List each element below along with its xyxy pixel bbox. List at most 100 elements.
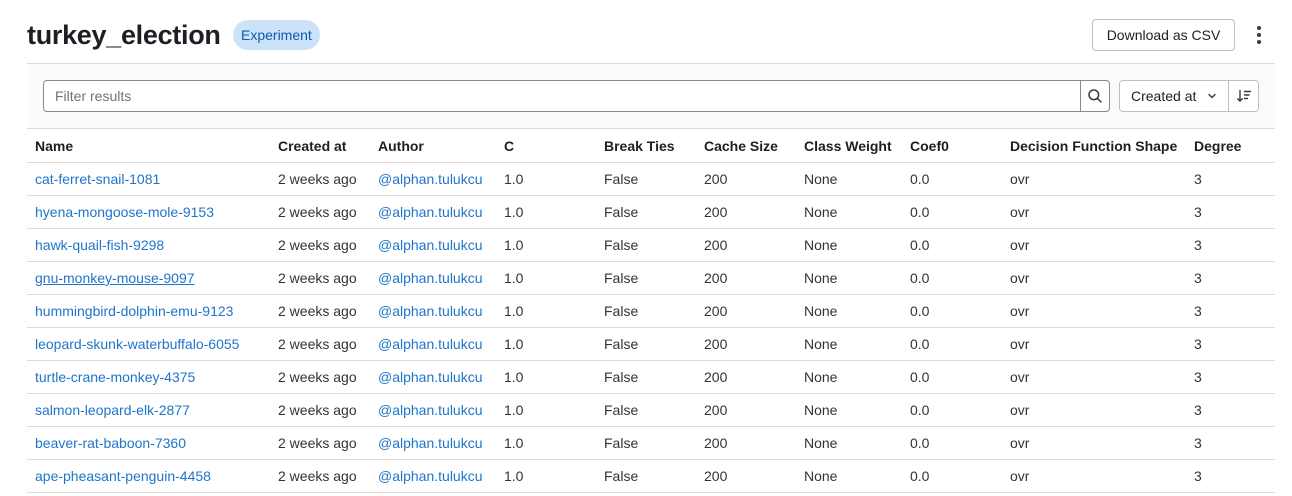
- cell-created-at: 2 weeks ago: [270, 360, 370, 394]
- author-link[interactable]: @alphan.tulukcu: [378, 336, 483, 352]
- cell-decision-function-shape: ovr: [1002, 195, 1186, 229]
- column-header-c[interactable]: C: [496, 129, 596, 163]
- cell-degree: 3: [1186, 393, 1275, 427]
- author-link[interactable]: @alphan.tulukcu: [378, 204, 483, 220]
- cell-cache-size: 200: [696, 459, 796, 493]
- cell-degree: 3: [1186, 426, 1275, 460]
- cell-coef0: 0.0: [902, 261, 1002, 295]
- cell-author: @alphan.tulukcu: [370, 162, 496, 196]
- author-link[interactable]: @alphan.tulukcu: [378, 369, 483, 385]
- column-header-coef0[interactable]: Coef0: [902, 129, 1002, 163]
- cell-break-ties: False: [596, 327, 696, 361]
- cell-created-at: 2 weeks ago: [270, 195, 370, 229]
- experiment-badge: Experiment: [233, 20, 320, 50]
- cell-degree: 3: [1186, 228, 1275, 262]
- cell-decision-function-shape: ovr: [1002, 261, 1186, 295]
- run-name-link[interactable]: salmon-leopard-elk-2877: [35, 402, 190, 418]
- download-csv-button[interactable]: Download as CSV: [1092, 19, 1235, 51]
- cell-author: @alphan.tulukcu: [370, 360, 496, 394]
- cell-class-weight: None: [796, 228, 902, 262]
- column-header-break-ties[interactable]: Break Ties: [596, 129, 696, 163]
- cell-cache-size: 200: [696, 195, 796, 229]
- sort-by-dropdown[interactable]: Created at: [1119, 80, 1229, 112]
- cell-name: ape-pheasant-penguin-4458: [27, 459, 270, 493]
- cell-cache-size: 200: [696, 360, 796, 394]
- author-link[interactable]: @alphan.tulukcu: [378, 468, 483, 484]
- cell-created-at: 2 weeks ago: [270, 228, 370, 262]
- column-header-created-at[interactable]: Created at: [270, 129, 370, 163]
- cell-name: cat-ferret-snail-1081: [27, 162, 270, 196]
- run-name-link[interactable]: hawk-quail-fish-9298: [35, 237, 164, 253]
- table-row: gnu-monkey-mouse-9097 2 weeks ago @alpha…: [27, 261, 1275, 295]
- cell-cache-size: 200: [696, 327, 796, 361]
- table-row: salmon-leopard-elk-2877 2 weeks ago @alp…: [27, 393, 1275, 427]
- results-table: Name Created at Author C Break Ties Cach…: [27, 129, 1275, 493]
- sort-direction-button[interactable]: [1228, 80, 1259, 112]
- table-row: beaver-rat-baboon-7360 2 weeks ago @alph…: [27, 426, 1275, 460]
- column-header-cache-size[interactable]: Cache Size: [696, 129, 796, 163]
- cell-class-weight: None: [796, 360, 902, 394]
- cell-created-at: 2 weeks ago: [270, 393, 370, 427]
- table-row: ape-pheasant-penguin-4458 2 weeks ago @a…: [27, 459, 1275, 493]
- cell-degree: 3: [1186, 327, 1275, 361]
- search-button[interactable]: [1080, 80, 1110, 112]
- column-header-author[interactable]: Author: [370, 129, 496, 163]
- table-row: hawk-quail-fish-9298 2 weeks ago @alphan…: [27, 228, 1275, 262]
- run-name-link[interactable]: turtle-crane-monkey-4375: [35, 369, 195, 385]
- cell-break-ties: False: [596, 294, 696, 328]
- cell-name: hummingbird-dolphin-emu-9123: [27, 294, 270, 328]
- cell-cache-size: 200: [696, 228, 796, 262]
- column-header-name[interactable]: Name: [27, 129, 270, 163]
- column-header-degree[interactable]: Degree: [1186, 129, 1275, 163]
- cell-degree: 3: [1186, 294, 1275, 328]
- run-name-link[interactable]: hummingbird-dolphin-emu-9123: [35, 303, 233, 319]
- page-header: turkey_election Experiment Download as C…: [27, 18, 1272, 54]
- cell-c: 1.0: [496, 393, 596, 427]
- cell-c: 1.0: [496, 459, 596, 493]
- run-name-link[interactable]: ape-pheasant-penguin-4458: [35, 468, 211, 484]
- cell-created-at: 2 weeks ago: [270, 294, 370, 328]
- cell-class-weight: None: [796, 426, 902, 460]
- column-header-class-weight[interactable]: Class Weight: [796, 129, 902, 163]
- cell-name: hyena-mongoose-mole-9153: [27, 195, 270, 229]
- cell-break-ties: False: [596, 393, 696, 427]
- run-name-link[interactable]: gnu-monkey-mouse-9097: [35, 270, 195, 286]
- more-actions-button[interactable]: [1247, 19, 1271, 51]
- author-link[interactable]: @alphan.tulukcu: [378, 270, 483, 286]
- cell-decision-function-shape: ovr: [1002, 426, 1186, 460]
- column-header-decision-function-shape[interactable]: Decision Function Shape: [1002, 129, 1186, 163]
- author-link[interactable]: @alphan.tulukcu: [378, 171, 483, 187]
- filter-results-input[interactable]: [43, 80, 1080, 112]
- author-link[interactable]: @alphan.tulukcu: [378, 435, 483, 451]
- author-link[interactable]: @alphan.tulukcu: [378, 402, 483, 418]
- cell-break-ties: False: [596, 459, 696, 493]
- cell-created-at: 2 weeks ago: [270, 261, 370, 295]
- cell-c: 1.0: [496, 360, 596, 394]
- experiment-page: turkey_election Experiment Download as C…: [0, 0, 1292, 496]
- author-link[interactable]: @alphan.tulukcu: [378, 303, 483, 319]
- run-name-link[interactable]: hyena-mongoose-mole-9153: [35, 204, 214, 220]
- cell-name: turtle-crane-monkey-4375: [27, 360, 270, 394]
- cell-coef0: 0.0: [902, 162, 1002, 196]
- cell-created-at: 2 weeks ago: [270, 162, 370, 196]
- author-link[interactable]: @alphan.tulukcu: [378, 237, 483, 253]
- cell-break-ties: False: [596, 162, 696, 196]
- cell-name: beaver-rat-baboon-7360: [27, 426, 270, 460]
- cell-degree: 3: [1186, 195, 1275, 229]
- cell-decision-function-shape: ovr: [1002, 459, 1186, 493]
- cell-created-at: 2 weeks ago: [270, 327, 370, 361]
- run-name-link[interactable]: leopard-skunk-waterbuffalo-6055: [35, 336, 239, 352]
- cell-author: @alphan.tulukcu: [370, 327, 496, 361]
- cell-c: 1.0: [496, 426, 596, 460]
- cell-c: 1.0: [496, 327, 596, 361]
- run-name-link[interactable]: beaver-rat-baboon-7360: [35, 435, 186, 451]
- cell-class-weight: None: [796, 393, 902, 427]
- cell-c: 1.0: [496, 228, 596, 262]
- cell-class-weight: None: [796, 261, 902, 295]
- cell-cache-size: 200: [696, 162, 796, 196]
- cell-break-ties: False: [596, 228, 696, 262]
- table-row: leopard-skunk-waterbuffalo-6055 2 weeks …: [27, 327, 1275, 361]
- cell-class-weight: None: [796, 294, 902, 328]
- cell-cache-size: 200: [696, 294, 796, 328]
- run-name-link[interactable]: cat-ferret-snail-1081: [35, 171, 160, 187]
